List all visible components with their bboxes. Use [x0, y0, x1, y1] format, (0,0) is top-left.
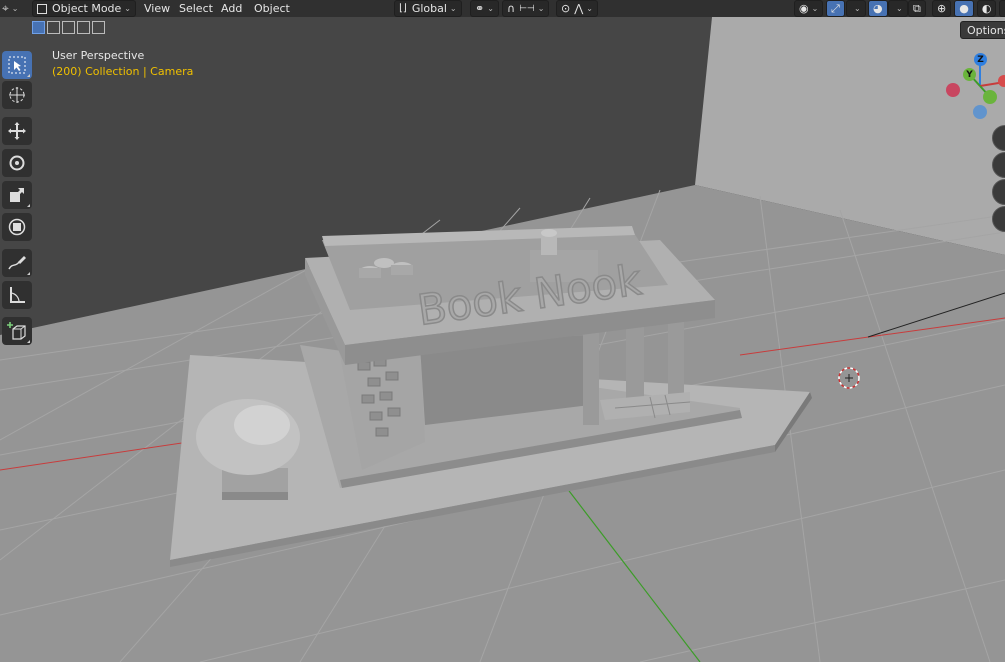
solid-shading-button[interactable]: ● [954, 0, 974, 17]
mode-label: Object Mode [52, 2, 122, 15]
collection-info-label: (200) Collection | Camera [52, 65, 194, 78]
eye-icon: ◉ [799, 2, 809, 15]
menu-select[interactable]: Select [173, 0, 219, 16]
gizmo-neg-y-axis[interactable] [983, 90, 997, 104]
orientation-icon: ⌊⌋ [399, 3, 407, 14]
3d-viewport[interactable]: Book Nook [0, 0, 1005, 662]
chevron-down-icon: ⌄ [487, 4, 494, 13]
annotate-tool[interactable] [2, 249, 32, 277]
pivot-icon: ⚭ [475, 2, 485, 15]
chevron-down-icon: ⌄ [537, 4, 545, 13]
gizmo-icon: ⤢ [831, 1, 840, 15]
shading-modes: ⊕ ● ◐ ◑ [932, 0, 1005, 17]
transform-tool[interactable] [2, 213, 32, 241]
viewport-header: ⌖ ⌄ Object Mode ⌄ View Select Add Object … [0, 0, 1005, 17]
wireframe-icon: ⊕ [937, 1, 947, 15]
transform-orientation-dropdown[interactable]: ⌊⌋ Global ⌄ [394, 0, 462, 17]
scale-tool[interactable] [2, 181, 32, 209]
material-shading-button[interactable]: ◐ [976, 0, 997, 17]
editor-type-icon: ⌖ [2, 0, 9, 15]
select-box-tool[interactable] [2, 51, 32, 79]
menu-view[interactable]: View [138, 0, 176, 16]
column-1 [583, 330, 599, 425]
xray-icon: ⧉ [913, 1, 921, 15]
chevron-down-icon: ⌄ [449, 4, 457, 13]
falloff-icon: ⋀ [574, 2, 584, 15]
overlays-icon: ◕ [873, 2, 883, 15]
chevron-down-icon: ⌄ [854, 4, 861, 13]
measure-icon [10, 287, 25, 303]
chevron-down-icon: ⌄ [11, 3, 19, 13]
measure-tool[interactable] [2, 281, 32, 309]
select-intersect-button[interactable] [92, 21, 105, 34]
proportional-edit-dropdown[interactable]: ⊙ ⋀ ⌄ [556, 0, 598, 17]
selection-modes [32, 21, 105, 34]
snap-dropdown[interactable]: ∩ ⊢⊣ ⌄ [502, 0, 550, 17]
transform-icon [8, 218, 26, 236]
rotate-icon [9, 155, 25, 171]
visibility-dropdown[interactable]: ◉ ⌄ [794, 0, 824, 17]
add-cube-tool[interactable] [2, 317, 32, 345]
column-3 [668, 315, 684, 405]
gizmo-y-axis[interactable]: Y [963, 68, 976, 81]
overlays-toggle[interactable]: ◕ [868, 0, 888, 17]
gizmo-neg-z-axis[interactable] [973, 105, 987, 119]
cursor-icon [9, 87, 25, 103]
gizmo-toggle[interactable]: ⤢ [826, 0, 845, 17]
xray-toggle[interactable]: ⧉ [908, 0, 926, 17]
select-extend-button[interactable] [47, 21, 60, 34]
move-tool[interactable] [2, 117, 32, 145]
gizmo-dropdown[interactable]: ⌄ [846, 0, 866, 17]
gizmo-z-axis[interactable]: Z [974, 53, 987, 66]
proportional-edit-icon: ⊙ [561, 2, 571, 15]
pivot-point-dropdown[interactable]: ⚭ ⌄ [470, 0, 499, 17]
scale-icon [10, 188, 24, 202]
chevron-down-icon: ⌄ [586, 4, 593, 13]
material-icon: ◐ [981, 1, 992, 15]
add-cube-icon [7, 322, 26, 340]
menu-add[interactable]: Add [215, 0, 248, 16]
chevron-down-icon: ⌄ [896, 4, 903, 13]
annotate-icon [8, 256, 26, 270]
options-button[interactable]: Options [960, 21, 1005, 39]
rotate-tool[interactable] [2, 149, 32, 177]
orientation-label: Global [411, 2, 447, 15]
gizmo-x-axis[interactable] [998, 75, 1005, 87]
chevron-down-icon: ⌄ [811, 4, 819, 13]
snap-increment-icon: ⊢⊣ [519, 3, 535, 14]
solid-icon: ● [959, 1, 969, 15]
select-subtract-button[interactable] [62, 21, 75, 34]
editor-type-button[interactable]: ⌖ ⌄ [2, 0, 18, 16]
cursor-tool[interactable] [2, 81, 32, 109]
select-difference-button[interactable] [77, 21, 90, 34]
gizmo-neg-x-axis[interactable] [946, 83, 960, 97]
move-icon [8, 122, 26, 140]
chevron-down-icon: ⌄ [124, 4, 131, 13]
rendered-shading-button[interactable]: ◑ [999, 0, 1005, 17]
view-name-label: User Perspective [52, 49, 145, 62]
scene-render[interactable]: Book Nook [0, 0, 1005, 662]
wireframe-shading-button[interactable]: ⊕ [932, 0, 952, 17]
snap-icon: ∩ [507, 2, 516, 15]
overlays-dropdown[interactable]: ⌄ [888, 0, 908, 17]
object-mode-icon [37, 3, 47, 14]
mode-dropdown[interactable]: Object Mode ⌄ [32, 0, 136, 17]
select-box-icon [8, 56, 26, 74]
select-new-button[interactable] [32, 21, 45, 34]
menu-object[interactable]: Object [248, 0, 296, 16]
